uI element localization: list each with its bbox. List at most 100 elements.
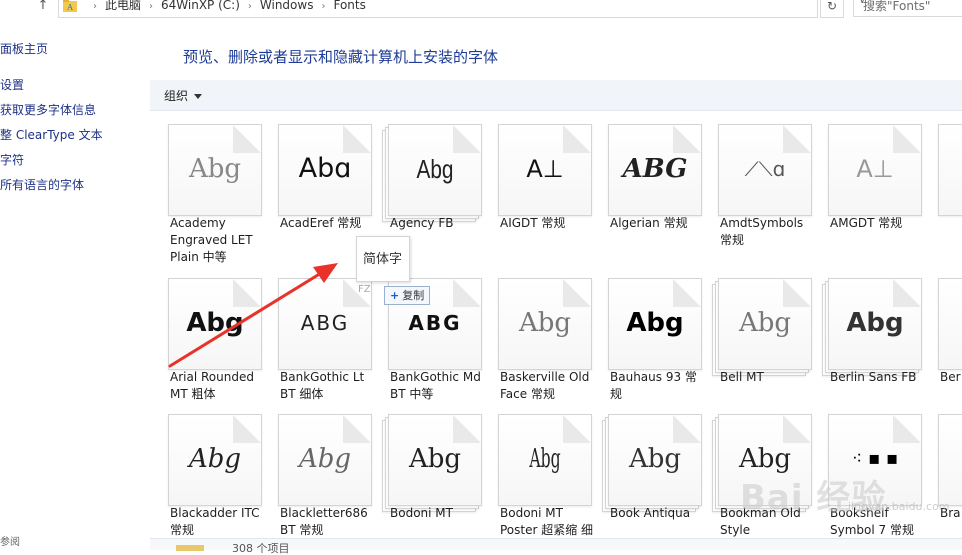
font-tile[interactable]: Abg Baskerville Old Face 常规 [478,265,592,403]
font-tile[interactable]: Abg Blackadder ITC 常规 [150,401,262,538]
organize-label: 组织 [164,89,189,103]
font-file-icon: Abg [382,414,482,512]
page-front: ⟋⟍ɑ [718,124,812,216]
font-name-label: Blackadder ITC 常规 [170,506,260,537]
font-tile[interactable]: Abg Agency FB [368,111,482,249]
font-tile[interactable]: Abg Berlin Sans FB [808,265,922,403]
address-box[interactable]: A › 此电脑 › 64WinXP (C:) › Windows › Fonts ∨ [58,0,866,18]
toolbar: 组织 [150,80,962,111]
font-name-label: AMGDT 常规 [830,216,903,230]
copy-tooltip: + 复制 [384,286,431,305]
plus-icon: + [390,289,400,302]
page-front: Abg [168,278,262,370]
font-tile[interactable]: Abɑ AcadEref 常规 [258,111,372,249]
font-sample: Abɑ [298,153,352,184]
organize-menu[interactable]: 组织 [164,87,203,104]
font-file-icon [938,124,962,216]
baidu-watermark: Bai 经验 jingyan.baidu.com [740,470,960,534]
breadcrumb-this-pc[interactable]: 此电脑 [105,0,141,12]
page-front: Abg [828,278,922,370]
font-sample: ⟋⟍ɑ [744,157,786,181]
search-input[interactable]: 搜索"Fonts" [853,0,962,17]
font-sample: Abg [738,308,792,338]
task-pane: 面板主页 设置 获取更多字体信息 整 ClearType 文本 字符 所有语言的… [0,18,150,549]
svg-text:A: A [66,3,73,12]
page-front [938,278,962,370]
folder-icon [176,545,204,551]
font-name-label: BankGothic Md BT 中等 [390,370,481,401]
font-name-label: AIGDT 常规 [500,216,566,230]
font-tile[interactable]: Abg Bell MT [698,265,812,403]
font-sample: Abg [188,444,242,474]
font-sample: Abg [408,444,462,474]
page-front: ABG [608,124,702,216]
breadcrumb-drive[interactable]: 64WinXP (C:) [161,0,240,12]
breadcrumb-fonts[interactable]: Fonts [333,0,365,12]
copy-tooltip-label: 复制 [402,289,425,302]
up-arrow-icon[interactable]: ↑ [36,0,50,14]
get-font-info-link[interactable]: 获取更多字体信息 [0,101,96,118]
font-file-icon: A⊥ [498,124,592,216]
cleartype-link[interactable]: 整 ClearType 文本 [0,126,103,143]
page-front: Abg [498,414,592,506]
font-sample: ABG [300,311,350,335]
font-name-label: BankGothic Lt BT 细体 [280,370,365,401]
page-front: Abg [718,278,812,370]
font-tile[interactable]: Abg Bauhaus 93 常规 [588,265,702,403]
font-file-icon: Abg [822,278,922,376]
page-front: Abg [168,124,262,216]
font-sample: Abg [416,154,454,184]
font-file-icon: Abg [498,414,592,506]
font-tile[interactable]: Abg Arial Rounded MT 粗体 [150,265,262,403]
font-tile[interactable]: ABG BankGothic Lt BT 细体 [258,265,372,403]
font-tile[interactable]: Abg Bodoni MT [368,401,482,538]
font-sample: Abg [188,154,242,184]
breadcrumb: › 此电脑 › 64WinXP (C:) › Windows › Fonts [85,0,366,13]
breadcrumb-separator-icon: › [321,1,326,12]
font-tile[interactable]: A⊥ AMGDT 常规 [808,111,922,249]
breadcrumb-windows[interactable]: Windows [260,0,314,12]
font-tile[interactable]: Abg Book Antiqua [588,401,702,538]
font-sample: A⊥ [526,155,564,183]
font-file-icon: Abg [382,124,482,222]
font-tile[interactable]: Ber 缩 [918,265,962,403]
page-front: Abɑ [278,124,372,216]
font-sample: Abg [518,308,572,338]
font-file-icon: Abg [278,414,372,506]
font-tile[interactable]: Abg Academy Engraved LET Plain 中等 [150,111,262,264]
font-tile[interactable]: A⊥ AIGDT 常规 [478,111,592,249]
font-file-icon: ⟋⟍ɑ [718,124,812,216]
font-sample: Abg [298,444,352,474]
font-tile[interactable]: ⟋⟍ɑ AmdtSymbols 常规 [698,111,812,249]
font-name-label: Agency FB [390,216,454,230]
font-name-label: Book Antiqua [610,506,691,520]
font-name-label: Berlin Sans FB [830,370,917,384]
font-sample: ABG [408,311,462,335]
font-sample: Abg [846,308,904,338]
page-front: Abg [388,124,482,216]
font-tile[interactable] [918,111,962,249]
font-name-label: Blackletter686 BT 常规 [280,506,368,537]
refresh-icon[interactable]: ↻ [820,0,844,18]
page-front [938,124,962,216]
font-name-label: Algerian 常规 [610,216,688,230]
font-tile[interactable]: ABG Algerian 常规 [588,111,702,249]
font-file-icon: Abg [712,278,812,376]
page-front: Abg [168,414,262,506]
font-tile[interactable]: Abg Blackletter686 BT 常规 [258,401,372,538]
find-character-link[interactable]: 字符 [0,151,24,168]
font-name-label: Bodoni MT [390,506,453,520]
control-panel-home-link[interactable]: 面板主页 [0,40,48,57]
font-name-label: Academy Engraved LET Plain 中等 [170,216,253,264]
font-name-label: AcadEref 常规 [280,216,362,230]
font-settings-link[interactable]: 设置 [0,76,24,93]
font-sample: Abg [626,308,684,338]
font-sample: Abg [186,308,244,338]
drag-ghost-label: FZ [358,284,371,295]
all-languages-link[interactable]: 所有语言的字体 [0,176,84,193]
drag-preview: 简体字 [356,236,410,282]
page-front: Abg [498,278,592,370]
font-tile[interactable]: Abg Bodoni MT Poster 超紧缩 细 [478,401,593,538]
font-file-icon: Abg [608,278,702,370]
font-file-icon [938,278,962,370]
